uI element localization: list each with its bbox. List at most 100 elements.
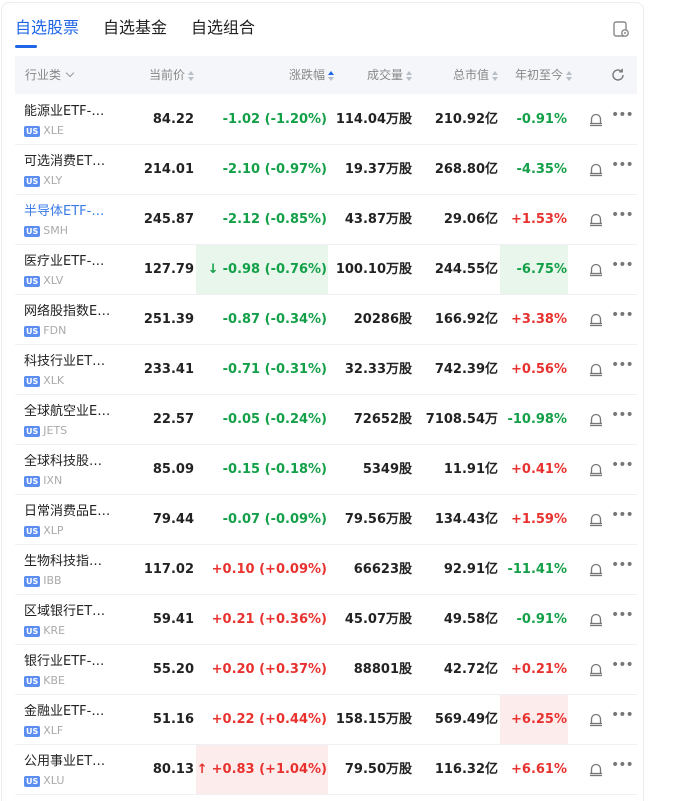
ticker-line: US IBB xyxy=(24,575,62,587)
stock-name[interactable]: 能源业ETF-… xyxy=(24,104,112,120)
price-change-value: -2.12 (-0.85%) xyxy=(222,212,327,227)
tab-funds[interactable]: 自选基金 xyxy=(103,17,167,47)
table-row[interactable]: 半导体ETF-… US SMH 245.87 -2.12 (-0.85%) 43… xyxy=(15,195,637,245)
table-row[interactable]: 金融业ETF-… US XLF 51.16 +0.22 (+0.44%) 158… xyxy=(15,695,637,745)
table-row[interactable]: 医疗业ETF-… US XLV 127.79 ↓ -0.98 (-0.76%) 1… xyxy=(15,245,637,295)
header-price[interactable]: 当前价 xyxy=(149,56,194,94)
ticker-line: US XLE xyxy=(24,125,64,137)
header-ytd[interactable]: 年初至今 xyxy=(515,56,572,94)
header-category[interactable]: 行业类 xyxy=(25,56,75,94)
price-change: -2.12 (-0.85%) xyxy=(223,195,327,244)
bell-alert-icon[interactable] xyxy=(588,111,604,127)
price-change-value: -0.71 (-0.31%) xyxy=(222,362,327,377)
ticker-symbol: XLY xyxy=(43,174,63,187)
bell-alert-icon[interactable] xyxy=(588,311,604,327)
bell-alert-icon[interactable] xyxy=(588,161,604,177)
more-options-icon[interactable]: ••• xyxy=(611,458,634,477)
bell-alert-icon[interactable] xyxy=(588,261,604,277)
ticker-line: US XLU xyxy=(24,775,64,787)
more-options-icon[interactable]: ••• xyxy=(611,158,634,177)
bell-alert-icon[interactable] xyxy=(588,661,604,677)
header-volume-label: 成交量 xyxy=(366,68,403,82)
header-change[interactable]: 涨跌幅 xyxy=(289,56,334,94)
price-change-value: +0.22 (+0.44%) xyxy=(211,712,327,727)
bell-alert-icon[interactable] xyxy=(588,561,604,577)
stock-name[interactable]: 金融业ETF-… xyxy=(24,704,112,720)
bell-alert-icon[interactable] xyxy=(588,761,604,777)
tab-portfolios[interactable]: 自选组合 xyxy=(191,17,255,47)
settings-icon[interactable] xyxy=(611,19,631,39)
volume: 72652股 xyxy=(353,412,412,427)
market-cap: 268.80亿 xyxy=(434,162,498,177)
bell-alert-icon[interactable] xyxy=(588,361,604,377)
price-change-value: -0.15 (-0.18%) xyxy=(222,462,327,477)
table-row[interactable]: 全球航空业E… US JETS 22.57 -0.05 (-0.24%) 726… xyxy=(15,395,637,445)
more-options-icon[interactable]: ••• xyxy=(611,358,634,377)
header-volume[interactable]: 成交量 xyxy=(367,56,412,94)
more-options-icon[interactable]: ••• xyxy=(611,658,634,677)
stock-name[interactable]: 半导体ETF-… xyxy=(24,204,112,220)
volume: 19.37万股 xyxy=(344,162,412,177)
bell-alert-icon[interactable] xyxy=(588,511,604,527)
bell-alert-icon[interactable] xyxy=(588,611,604,627)
more-options-icon[interactable]: ••• xyxy=(611,508,634,527)
ticker-line: US KRE xyxy=(24,625,65,637)
more-options-icon[interactable]: ••• xyxy=(611,708,634,727)
ticker-line: US IXN xyxy=(24,475,62,487)
price-change: +0.20 (+0.37%) xyxy=(212,645,327,694)
more-options-icon[interactable]: ••• xyxy=(611,108,634,127)
more-options-icon[interactable]: ••• xyxy=(611,558,634,577)
stock-name[interactable]: 网络股指数E… xyxy=(24,304,112,320)
more-options-icon[interactable]: ••• xyxy=(611,758,634,777)
current-price: 251.39 xyxy=(143,312,194,327)
table-row[interactable]: 银行业ETF-… US KBE 55.20 +0.20 (+0.37%) 888… xyxy=(15,645,637,695)
more-options-icon[interactable]: ••• xyxy=(611,258,634,277)
refresh-icon[interactable] xyxy=(610,67,626,83)
stock-name[interactable]: 区域银行ET… xyxy=(24,604,112,620)
market-cap: 210.92亿 xyxy=(434,112,498,127)
price-change: +0.22 (+0.44%) xyxy=(212,695,327,744)
table-row[interactable]: 科技行业ET… US XLK 233.41 -0.71 (-0.31%) 32.… xyxy=(15,345,637,395)
market-cap: 49.58亿 xyxy=(443,612,498,627)
ytd-change: +0.21% xyxy=(511,662,567,677)
stock-name[interactable]: 公用事业ET… xyxy=(24,754,112,770)
header-mcap[interactable]: 总市值 xyxy=(453,56,498,94)
market-cap: 7108.54万 xyxy=(425,412,498,427)
table-row[interactable]: 可选消费ET… US XLY 214.01 -2.10 (-0.97%) 19.… xyxy=(15,145,637,195)
bell-alert-icon[interactable] xyxy=(588,411,604,427)
price-change: ↓ -0.98 (-0.76%) xyxy=(208,245,327,294)
market-cap: 166.92亿 xyxy=(434,312,498,327)
ticker-line: US XLP xyxy=(24,525,64,537)
volume: 20286股 xyxy=(353,312,412,327)
volume: 45.07万股 xyxy=(344,612,412,627)
stock-name[interactable]: 生物科技指… xyxy=(24,554,112,570)
market-cap: 244.55亿 xyxy=(434,262,498,277)
table-row[interactable]: 全球科技股… US IXN 85.09 -0.15 (-0.18%) 5349股… xyxy=(15,445,637,495)
stock-name[interactable]: 医疗业ETF-… xyxy=(24,254,112,270)
bell-alert-icon[interactable] xyxy=(588,711,604,727)
more-options-icon[interactable]: ••• xyxy=(611,208,634,227)
table-row[interactable]: 能源业ETF-… US XLE 84.22 -1.02 (-1.20%) 114… xyxy=(15,95,637,145)
table-row[interactable]: 公用事业ET… US XLU 80.13 ↑ +0.83 (+1.04%) 79.… xyxy=(15,745,637,795)
more-options-icon[interactable]: ••• xyxy=(611,308,634,327)
table-row[interactable]: 区域银行ET… US KRE 59.41 +0.21 (+0.36%) 45.0… xyxy=(15,595,637,645)
stock-name[interactable]: 日常消费品E… xyxy=(24,504,112,520)
table-row[interactable]: 生物科技指… US IBB 117.02 +0.10 (+0.09%) 6662… xyxy=(15,545,637,595)
table-header: 行业类 当前价 涨跌幅 成交量 总市值 年初至今 xyxy=(15,56,637,94)
ticker-line: US KBE xyxy=(24,675,65,687)
bell-alert-icon[interactable] xyxy=(588,461,604,477)
more-options-icon[interactable]: ••• xyxy=(611,408,634,427)
price-change: -0.07 (-0.09%) xyxy=(223,495,327,544)
stock-name[interactable]: 科技行业ET… xyxy=(24,354,112,370)
bell-alert-icon[interactable] xyxy=(588,211,604,227)
table-row[interactable]: 网络股指数E… US FDN 251.39 -0.87 (-0.34%) 202… xyxy=(15,295,637,345)
tab-stocks[interactable]: 自选股票 xyxy=(15,17,79,47)
stock-name[interactable]: 可选消费ET… xyxy=(24,154,112,170)
stock-name[interactable]: 全球科技股… xyxy=(24,454,112,470)
price-change-value: -1.02 (-1.20%) xyxy=(222,112,327,127)
table-row[interactable]: 日常消费品E… US XLP 79.44 -0.07 (-0.09%) 79.5… xyxy=(15,495,637,545)
stock-name[interactable]: 全球航空业E… xyxy=(24,404,112,420)
more-options-icon[interactable]: ••• xyxy=(611,608,634,627)
stock-name[interactable]: 银行业ETF-… xyxy=(24,654,112,670)
volume: 158.15万股 xyxy=(335,712,412,727)
